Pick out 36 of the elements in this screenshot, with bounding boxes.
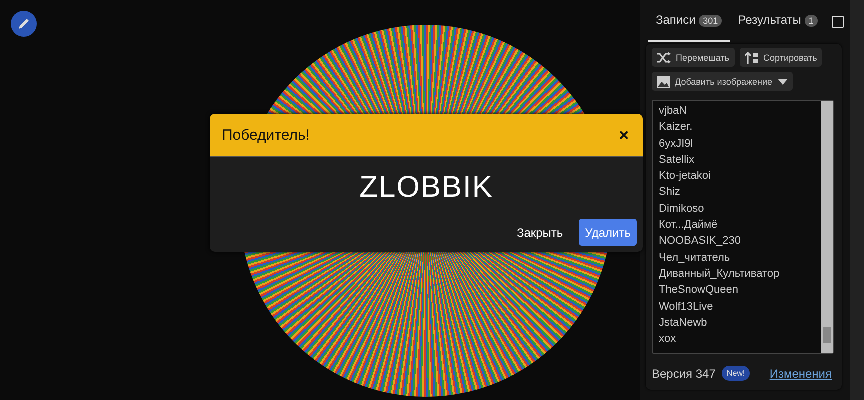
sort-icon bbox=[744, 52, 759, 64]
tab[interactable]: Результаты 1 bbox=[730, 2, 826, 42]
entry-line: 6yxJI9l bbox=[659, 136, 694, 152]
entry-line: Satellix bbox=[659, 152, 696, 168]
action-button[interactable]: Перемешать bbox=[652, 48, 735, 67]
entry-line: Kaizer. bbox=[659, 120, 694, 136]
entry-line: Dimikoso bbox=[659, 202, 706, 217]
delete-button[interactable]: Удалить bbox=[579, 219, 637, 246]
entry-line: vjbaN bbox=[659, 104, 688, 119]
caret-icon bbox=[778, 78, 788, 84]
edit-button[interactable] bbox=[11, 11, 37, 37]
winner-name: ZLOBBIK bbox=[358, 171, 494, 205]
entry-line: TheSnowQueen bbox=[659, 283, 740, 298]
entry-line: Чел_читатель bbox=[659, 250, 732, 266]
action-button[interactable]: Добавить изображение bbox=[652, 72, 793, 91]
entry-line: Wolf13Live bbox=[659, 300, 714, 315]
pencil-icon bbox=[17, 17, 31, 31]
tab[interactable]: Записи 301 bbox=[648, 2, 730, 42]
dialog-title: Победитель! bbox=[222, 126, 310, 144]
entry-line: xox bbox=[659, 332, 678, 348]
close-text-button[interactable]: Закрыть bbox=[510, 219, 570, 246]
entry-line: Кот...Даймё bbox=[659, 218, 719, 234]
changes-link[interactable]: Изменения bbox=[770, 366, 832, 380]
entry-line: Kto-jetakoi bbox=[659, 169, 712, 184]
scrollbar[interactable] bbox=[821, 101, 833, 353]
version-label: Версия 347 bbox=[652, 366, 716, 380]
checkbox[interactable] bbox=[832, 16, 844, 28]
entry-line: Shiz bbox=[659, 185, 682, 200]
image-icon bbox=[657, 76, 670, 88]
entry-line: Диванный_Культиватор bbox=[659, 266, 781, 282]
shuffle-icon bbox=[657, 52, 671, 64]
close-button[interactable]: × bbox=[617, 126, 631, 144]
entry-line: NOOBASIK_230 bbox=[659, 234, 742, 250]
new-badge: New! bbox=[722, 366, 750, 381]
action-button[interactable]: Сортировать bbox=[740, 48, 822, 67]
entry-line: JstaNewb bbox=[659, 316, 708, 331]
